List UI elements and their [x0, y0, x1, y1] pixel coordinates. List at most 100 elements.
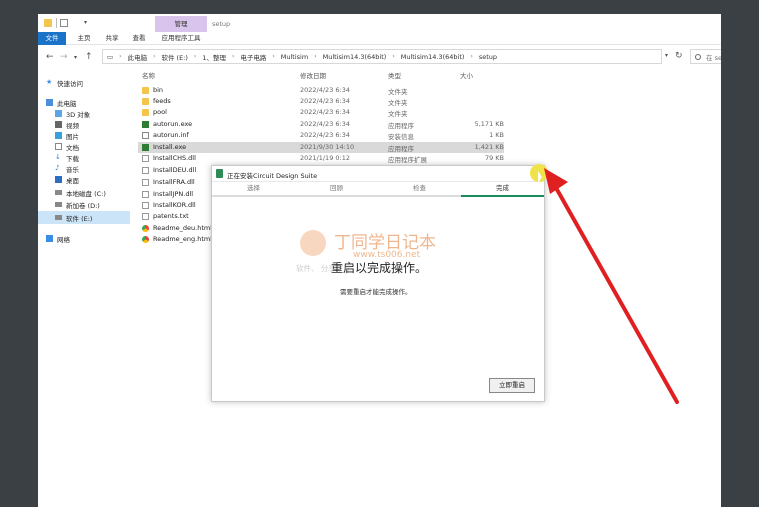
breadcrumb-item[interactable]: 此电脑: [128, 52, 148, 62]
breadcrumb-item[interactable]: Multisim14.3(64bit): [323, 53, 387, 61]
ribbon-tabs: 文件 主页 共享 查看 应用程序工具: [38, 32, 721, 45]
file-row[interactable]: feeds 2022/4/23 6:34 文件夹: [138, 96, 504, 107]
step-tab-review: 回顾: [295, 182, 378, 197]
nav-item-drive-e[interactable]: 软件 (E:): [38, 211, 130, 224]
chrome-icon: [142, 225, 149, 232]
column-header-type[interactable]: 类型: [388, 70, 401, 80]
address-bar[interactable]: ▭ › 此电脑 › 软件 (E:) › 1、整理 › 电子电路 › Multis…: [102, 49, 662, 64]
network-icon: [46, 235, 53, 242]
file-row[interactable]: autorun.exe 2022/4/23 6:34 应用程序 5,171 KB: [138, 119, 504, 130]
nav-item-downloads[interactable]: ↓ 下载: [38, 152, 130, 163]
breadcrumb-item[interactable]: Multisim14.3(64bit): [401, 53, 465, 61]
step-tab-complete: 完成: [461, 182, 544, 197]
file-name: pool: [153, 108, 167, 116]
drive-icon: [55, 190, 62, 195]
toolbar-divider: [56, 18, 57, 28]
tab-file[interactable]: 文件: [38, 32, 66, 45]
nav-item-label: 图片: [66, 132, 79, 141]
breadcrumb-separator-icon: ›: [392, 53, 395, 60]
breadcrumb-item[interactable]: setup: [479, 53, 497, 61]
nav-item-documents[interactable]: 文档: [38, 141, 130, 152]
breadcrumb-separator-icon: ›: [314, 53, 317, 60]
file-row[interactable]: autorun.inf 2022/4/23 6:34 安装信息 1 KB: [138, 130, 504, 141]
back-arrow-icon[interactable]: ←: [46, 52, 54, 62]
column-header-name[interactable]: 名称: [142, 70, 155, 80]
nav-item-label: 新加卷 (D:): [66, 201, 100, 210]
file-type: 应用程序扩展: [388, 156, 427, 164]
navigation-pane: ★ 快速访问 此电脑 3D 对象 视频 图片 文档 ↓ 下载 ♪ 音乐 桌面 本…: [38, 70, 130, 250]
nav-item-drive-d[interactable]: 新加卷 (D:): [38, 199, 130, 210]
address-row: ← → ▾ ↑ ▭ › 此电脑 › 软件 (E:) › 1、整理 › 电子电路 …: [38, 47, 721, 67]
file-name: patents.txt: [153, 212, 189, 220]
dll-icon: [142, 202, 149, 209]
file-date: 2021/1/19 0:12: [300, 154, 350, 162]
file-name: autorun.inf: [153, 131, 189, 139]
window-title: setup: [212, 20, 231, 28]
nav-item-quick-access[interactable]: ★ 快速访问: [38, 77, 130, 88]
nav-item-label: 文档: [66, 143, 79, 152]
nav-item-label: 本地磁盘 (C:): [66, 189, 106, 198]
chevron-down-icon[interactable]: ▾: [84, 19, 87, 26]
file-name: InstallDEU.dll: [153, 166, 197, 174]
file-date: 2022/4/23 6:34: [300, 120, 350, 128]
tab-app-tools[interactable]: 应用程序工具: [155, 32, 207, 45]
file-name: bin: [153, 86, 164, 94]
folder-icon: [44, 19, 52, 27]
nav-item-desktop[interactable]: 桌面: [38, 174, 130, 185]
file-name: InstallFRA.dll: [153, 178, 195, 186]
file-size: 5,171 KB: [474, 120, 504, 128]
installer-heading: 重启以完成操作。: [331, 261, 428, 275]
recent-chevron-down-icon[interactable]: ▾: [74, 54, 77, 61]
cube-icon: [55, 110, 62, 117]
breadcrumb-separator-icon: ›: [272, 53, 275, 60]
search-input[interactable]: 在 setup 中搜索: [690, 49, 721, 64]
tab-share[interactable]: 共享: [102, 32, 122, 45]
up-arrow-icon[interactable]: ↑: [85, 52, 93, 62]
breadcrumb-item[interactable]: 电子电路: [240, 52, 266, 62]
dll-icon: [142, 191, 149, 198]
breadcrumb-item[interactable]: Multisim: [281, 53, 308, 61]
app-logo-icon: [216, 169, 223, 178]
nav-item-label: 软件 (E:): [66, 214, 93, 223]
file-row[interactable]: InstallCHS.dll 2021/1/19 0:12 应用程序扩展 79 …: [138, 153, 504, 164]
file-type: 应用程序: [388, 122, 414, 130]
desktop-icon: [55, 176, 62, 183]
file-name: Readme_eng.html: [153, 235, 213, 243]
nav-item-network[interactable]: 网络: [38, 233, 130, 244]
restart-now-button[interactable]: 立即重启: [489, 378, 535, 393]
file-row[interactable]: pool 2022/4/23 6:34 文件夹: [138, 107, 504, 118]
forward-arrow-icon[interactable]: →: [60, 52, 68, 62]
address-dropdown-icon[interactable]: ▾: [665, 52, 668, 59]
file-row-selected[interactable]: Install.exe 2021/9/30 14:10 应用程序 1,421 K…: [138, 142, 504, 153]
file-type: 文件夹: [388, 99, 408, 107]
tab-view[interactable]: 查看: [129, 32, 149, 45]
tab-manage[interactable]: 管理: [155, 16, 207, 32]
exe-icon: [142, 121, 149, 128]
folder-icon: [142, 87, 149, 94]
computer-icon: ▭: [107, 52, 114, 61]
music-icon: ♪: [55, 164, 60, 172]
file-name: InstallKOR.dll: [153, 201, 196, 209]
nav-item-this-pc[interactable]: 此电脑: [38, 97, 130, 108]
refresh-icon[interactable]: ↻: [675, 51, 683, 61]
mouse-cursor-icon: [538, 171, 542, 183]
breadcrumb-item[interactable]: 软件 (E:): [161, 52, 187, 62]
nav-item-music[interactable]: ♪ 音乐: [38, 163, 130, 174]
nav-item-label: 网络: [57, 235, 70, 244]
file-row[interactable]: bin 2022/4/23 6:34 文件夹: [138, 85, 504, 96]
nav-item-drive-c[interactable]: 本地磁盘 (C:): [38, 187, 130, 198]
properties-icon[interactable]: [60, 19, 68, 27]
nav-item-3d-objects[interactable]: 3D 对象: [38, 108, 130, 119]
file-name: Install.exe: [153, 143, 187, 151]
folder-icon: [142, 109, 149, 116]
column-header-date[interactable]: 修改日期: [300, 70, 326, 80]
breadcrumb-separator-icon: ›: [153, 53, 156, 60]
tab-home[interactable]: 主页: [74, 32, 94, 45]
column-header-size[interactable]: 大小: [460, 70, 473, 80]
nav-item-label: 音乐: [66, 165, 79, 174]
nav-item-videos[interactable]: 视频: [38, 119, 130, 130]
breadcrumb-item[interactable]: 1、整理: [202, 52, 226, 62]
settings-file-icon: [142, 132, 149, 139]
nav-item-pictures[interactable]: 图片: [38, 130, 130, 141]
nav-item-label: 快速访问: [57, 79, 83, 88]
